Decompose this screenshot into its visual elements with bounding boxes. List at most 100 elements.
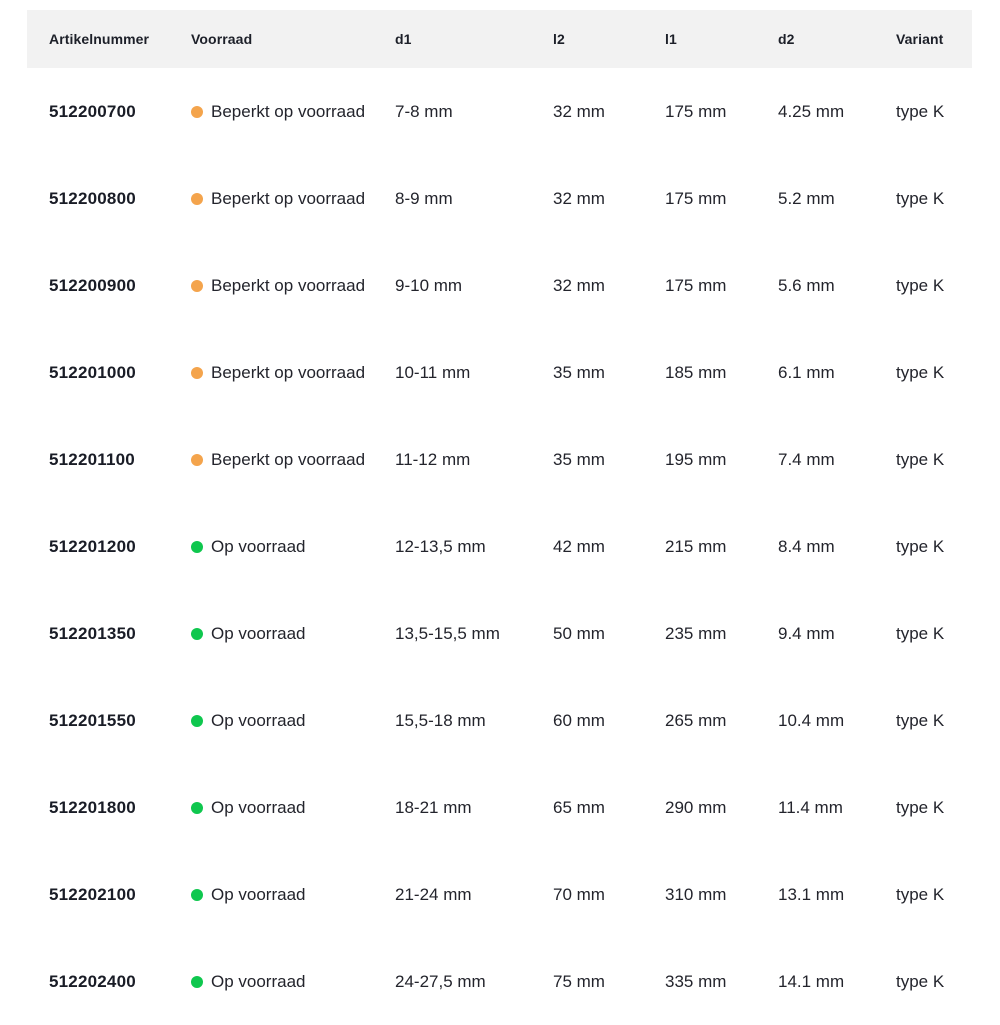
d2-value: 11.4 mm <box>756 798 874 818</box>
table-row[interactable]: 512200800 Beperkt op voorraad 8-9 mm 32 … <box>27 155 972 242</box>
stock-cell: Op voorraad <box>169 537 373 557</box>
l1-value: 290 mm <box>643 798 756 818</box>
d2-value: 5.6 mm <box>756 276 874 296</box>
stock-status-label: Op voorraad <box>211 537 306 557</box>
stock-status-label: Beperkt op voorraad <box>211 276 365 296</box>
variant-value: type K <box>874 798 972 818</box>
table-row[interactable]: 512200700 Beperkt op voorraad 7-8 mm 32 … <box>27 68 972 155</box>
l2-value: 35 mm <box>531 450 643 470</box>
l1-value: 310 mm <box>643 885 756 905</box>
stock-status-icon <box>191 280 203 292</box>
d1-value: 11-12 mm <box>373 450 531 470</box>
d1-value: 18-21 mm <box>373 798 531 818</box>
variant-value: type K <box>874 711 972 731</box>
l1-value: 215 mm <box>643 537 756 557</box>
stock-cell: Op voorraad <box>169 798 373 818</box>
article-number: 512200700 <box>27 102 169 122</box>
stock-status-icon <box>191 106 203 118</box>
article-number: 512201800 <box>27 798 169 818</box>
l2-value: 42 mm <box>531 537 643 557</box>
table-row[interactable]: 512201350 Op voorraad 13,5-15,5 mm 50 mm… <box>27 590 972 677</box>
table-row[interactable]: 512201550 Op voorraad 15,5-18 mm 60 mm 2… <box>27 677 972 764</box>
l1-value: 175 mm <box>643 102 756 122</box>
stock-status-label: Op voorraad <box>211 798 306 818</box>
stock-status-icon <box>191 889 203 901</box>
stock-status-icon <box>191 541 203 553</box>
l2-value: 32 mm <box>531 276 643 296</box>
stock-cell: Beperkt op voorraad <box>169 276 373 296</box>
article-number: 512201200 <box>27 537 169 557</box>
article-number: 512200900 <box>27 276 169 296</box>
stock-status-icon <box>191 454 203 466</box>
table-row[interactable]: 512202100 Op voorraad 21-24 mm 70 mm 310… <box>27 851 972 938</box>
d2-value: 14.1 mm <box>756 972 874 992</box>
d2-value: 9.4 mm <box>756 624 874 644</box>
stock-status-icon <box>191 367 203 379</box>
table-header-row: Artikelnummer Voorraad d1 l2 l1 d2 Varia… <box>27 10 972 68</box>
d2-value: 10.4 mm <box>756 711 874 731</box>
l1-value: 175 mm <box>643 276 756 296</box>
l1-value: 175 mm <box>643 189 756 209</box>
variant-value: type K <box>874 624 972 644</box>
d1-value: 8-9 mm <box>373 189 531 209</box>
stock-status-label: Op voorraad <box>211 972 306 992</box>
column-header-voorraad: Voorraad <box>169 31 373 47</box>
table-row[interactable]: 512201100 Beperkt op voorraad 11-12 mm 3… <box>27 416 972 503</box>
d1-value: 12-13,5 mm <box>373 537 531 557</box>
column-header-variant: Variant <box>874 31 972 47</box>
stock-cell: Op voorraad <box>169 972 373 992</box>
stock-status-icon <box>191 715 203 727</box>
l2-value: 35 mm <box>531 363 643 383</box>
l2-value: 65 mm <box>531 798 643 818</box>
stock-status-icon <box>191 976 203 988</box>
stock-status-label: Beperkt op voorraad <box>211 450 365 470</box>
d2-value: 13.1 mm <box>756 885 874 905</box>
l2-value: 60 mm <box>531 711 643 731</box>
table-row[interactable]: 512201200 Op voorraad 12-13,5 mm 42 mm 2… <box>27 503 972 590</box>
l2-value: 50 mm <box>531 624 643 644</box>
d2-value: 4.25 mm <box>756 102 874 122</box>
l1-value: 235 mm <box>643 624 756 644</box>
stock-cell: Op voorraad <box>169 885 373 905</box>
table-row[interactable]: 512202400 Op voorraad 24-27,5 mm 75 mm 3… <box>27 938 972 1025</box>
stock-cell: Beperkt op voorraad <box>169 450 373 470</box>
l1-value: 335 mm <box>643 972 756 992</box>
table-row[interactable]: 512201800 Op voorraad 18-21 mm 65 mm 290… <box>27 764 972 851</box>
d1-value: 10-11 mm <box>373 363 531 383</box>
d2-value: 7.4 mm <box>756 450 874 470</box>
article-number: 512201350 <box>27 624 169 644</box>
table-row[interactable]: 512201000 Beperkt op voorraad 10-11 mm 3… <box>27 329 972 416</box>
column-header-d1: d1 <box>373 31 531 47</box>
variant-value: type K <box>874 885 972 905</box>
column-header-l1: l1 <box>643 31 756 47</box>
l1-value: 185 mm <box>643 363 756 383</box>
l2-value: 70 mm <box>531 885 643 905</box>
d2-value: 5.2 mm <box>756 189 874 209</box>
stock-status-label: Beperkt op voorraad <box>211 189 365 209</box>
article-number: 512201100 <box>27 450 169 470</box>
article-number: 512201000 <box>27 363 169 383</box>
table-row[interactable]: 512200900 Beperkt op voorraad 9-10 mm 32… <box>27 242 972 329</box>
d1-value: 13,5-15,5 mm <box>373 624 531 644</box>
d2-value: 8.4 mm <box>756 537 874 557</box>
variant-value: type K <box>874 537 972 557</box>
stock-status-icon <box>191 628 203 640</box>
stock-status-label: Op voorraad <box>211 624 306 644</box>
d2-value: 6.1 mm <box>756 363 874 383</box>
variant-value: type K <box>874 102 972 122</box>
column-header-l2: l2 <box>531 31 643 47</box>
stock-status-label: Beperkt op voorraad <box>211 102 365 122</box>
l2-value: 75 mm <box>531 972 643 992</box>
d1-value: 24-27,5 mm <box>373 972 531 992</box>
article-number: 512201550 <box>27 711 169 731</box>
l2-value: 32 mm <box>531 189 643 209</box>
variant-value: type K <box>874 972 972 992</box>
stock-cell: Beperkt op voorraad <box>169 102 373 122</box>
product-spec-table: Artikelnummer Voorraad d1 l2 l1 d2 Varia… <box>27 10 972 1025</box>
variant-value: type K <box>874 450 972 470</box>
stock-cell: Op voorraad <box>169 711 373 731</box>
table-body: 512200700 Beperkt op voorraad 7-8 mm 32 … <box>27 68 972 1025</box>
d1-value: 15,5-18 mm <box>373 711 531 731</box>
stock-cell: Beperkt op voorraad <box>169 189 373 209</box>
variant-value: type K <box>874 276 972 296</box>
